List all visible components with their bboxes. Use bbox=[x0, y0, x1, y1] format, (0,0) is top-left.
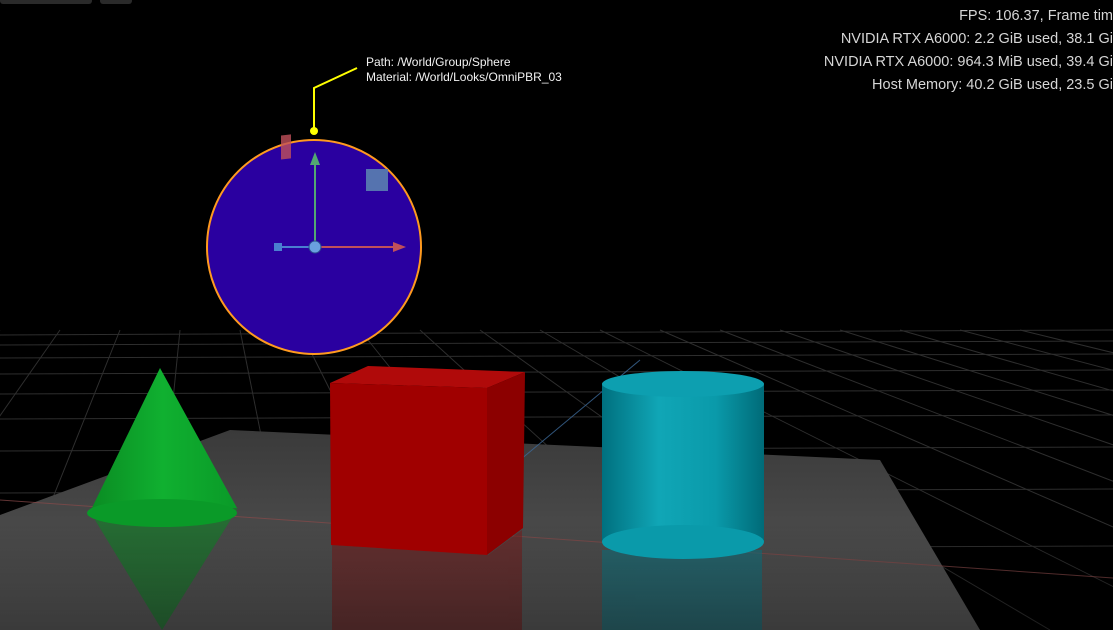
selection-tooltip: Path: /World/Group/Sphere Material: /Wor… bbox=[366, 55, 562, 85]
gizmo-z-handle bbox=[274, 243, 282, 251]
cube-object bbox=[330, 366, 525, 555]
fps-stat: FPS: 106.37, Frame tim bbox=[959, 8, 1113, 24]
cylinder-object bbox=[602, 371, 764, 559]
gpu1-memory-stat: NVIDIA RTX A6000: 2.2 GiB used, 38.1 Gi bbox=[840, 31, 1113, 47]
performance-stats-overlay: FPS: 106.37, Frame tim NVIDIA RTX A6000:… bbox=[783, 5, 1113, 97]
host-memory-stat: Host Memory: 40.2 GiB used, 23.5 Gi bbox=[872, 77, 1113, 93]
gizmo-xy-plane-handle bbox=[281, 134, 291, 160]
tooltip-anchor-dot bbox=[310, 127, 318, 135]
tooltip-path: Path: /World/Group/Sphere bbox=[366, 55, 511, 69]
gizmo-center bbox=[308, 240, 322, 254]
gpu2-memory-stat: NVIDIA RTX A6000: 964.3 MiB used, 39.4 G… bbox=[823, 54, 1113, 70]
gizmo-yz-plane-handle bbox=[366, 169, 388, 191]
viewport[interactable]: Path: /World/Group/Sphere Material: /Wor… bbox=[0, 0, 1113, 630]
tooltip-material: Material: /World/Looks/OmniPBR_03 bbox=[366, 70, 562, 84]
tooltip-leader-line bbox=[313, 67, 358, 131]
